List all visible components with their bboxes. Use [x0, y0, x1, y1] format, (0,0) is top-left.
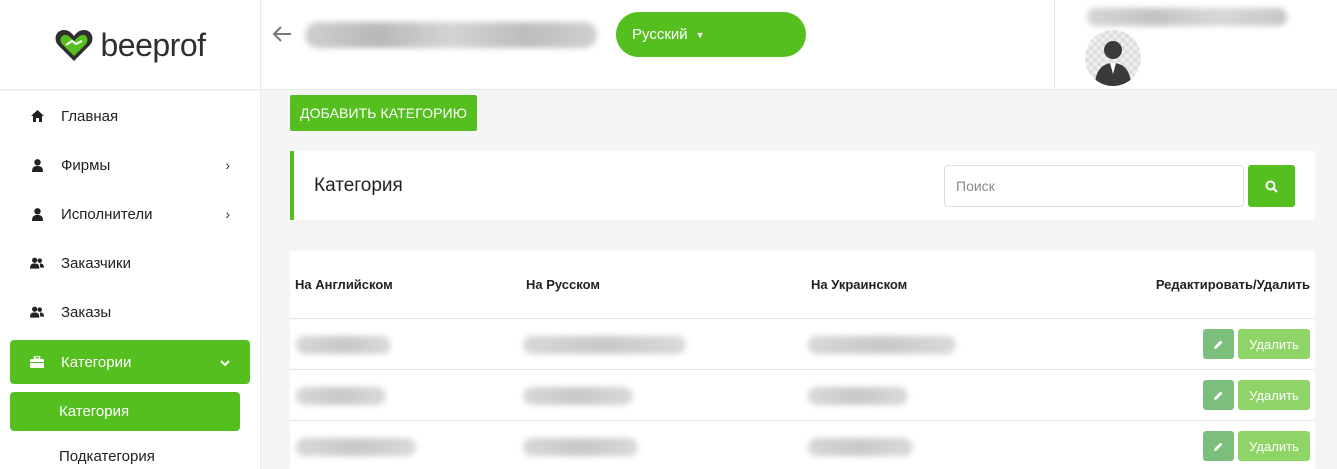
- panel-title: Категория: [314, 175, 403, 196]
- sidebar-subitem-label: Подкатегория: [59, 448, 155, 465]
- row-divider: [290, 318, 1315, 319]
- user-name-redacted: [1087, 8, 1287, 26]
- delete-button[interactable]: Удалить: [1238, 329, 1310, 359]
- sidebar-item-home[interactable]: Главная: [10, 94, 250, 138]
- sidebar-item-customers[interactable]: Заказчики: [10, 241, 250, 285]
- cell-ukrainian-redacted: [808, 438, 913, 456]
- sidebar-item-label: Главная: [61, 107, 119, 125]
- heart-handshake-icon: [56, 30, 93, 61]
- sidebar-subitem-category[interactable]: Категория: [10, 392, 240, 431]
- logo-text-bee: bee: [100, 26, 153, 63]
- pencil-icon: [1214, 391, 1223, 400]
- cell-english-redacted: [296, 438, 416, 456]
- pencil-icon: [1214, 340, 1223, 349]
- caret-down-icon: ▼: [695, 29, 705, 40]
- delete-button[interactable]: Удалить: [1238, 380, 1310, 410]
- column-header-ukrainian: На Украинском: [811, 277, 908, 292]
- chevron-down-icon: [220, 354, 230, 370]
- language-dropdown[interactable]: Русский ▼: [616, 12, 806, 57]
- user-area: [1054, 0, 1337, 90]
- top-header: beeprof Русский ▼: [0, 0, 1337, 90]
- language-label: Русский: [632, 26, 688, 43]
- column-header-english: На Английском: [295, 277, 393, 292]
- user-icon: [30, 158, 44, 172]
- cell-russian-redacted: [523, 336, 686, 354]
- search-button[interactable]: [1248, 165, 1295, 207]
- column-header-russian: На Русском: [526, 277, 600, 292]
- row-divider: [290, 420, 1315, 421]
- column-header-actions: Редактировать/Удалить: [1155, 277, 1310, 292]
- cell-russian-redacted: [523, 387, 633, 405]
- users-icon: [30, 305, 44, 319]
- brand-logo[interactable]: beeprof: [54, 26, 206, 64]
- search-icon: [1265, 180, 1278, 193]
- sidebar-item-categories[interactable]: Категории: [10, 340, 250, 384]
- cell-ukrainian-redacted: [808, 336, 956, 354]
- cell-english-redacted: [296, 336, 391, 354]
- sidebar-item-label: Исполнители: [61, 205, 153, 223]
- avatar[interactable]: [1085, 30, 1141, 86]
- cell-ukrainian-redacted: [808, 387, 908, 405]
- edit-button[interactable]: [1203, 380, 1234, 410]
- sidebar-subitem-subcategory[interactable]: Подкатегория: [10, 437, 240, 469]
- search-input[interactable]: [944, 165, 1244, 207]
- briefcase-icon: [30, 355, 44, 369]
- add-category-button[interactable]: ДОБАВИТЬ КАТЕГОРИЮ: [290, 95, 477, 131]
- arrow-left-icon[interactable]: [272, 22, 292, 50]
- pencil-icon: [1214, 442, 1223, 451]
- sidebar-item-label: Фирмы: [61, 156, 111, 174]
- edit-button[interactable]: [1203, 431, 1234, 461]
- chevron-right-icon: ›: [225, 157, 230, 173]
- edit-button[interactable]: [1203, 329, 1234, 359]
- page-title-redacted: [305, 22, 597, 48]
- sidebar-subitem-label: Категория: [59, 403, 130, 420]
- delete-button[interactable]: Удалить: [1238, 431, 1310, 461]
- sidebar-item-label: Категории: [61, 353, 132, 371]
- sidebar-item-orders[interactable]: Заказы: [10, 290, 250, 334]
- sidebar: Главная Фирмы › Исполнители › Заказчики …: [0, 91, 261, 469]
- categories-table: На Английском На Русском На Украинском Р…: [290, 251, 1315, 469]
- cell-english-redacted: [296, 387, 386, 405]
- category-panel: Категория: [290, 151, 1315, 220]
- users-icon: [30, 256, 44, 270]
- sidebar-item-firms[interactable]: Фирмы ›: [10, 143, 250, 187]
- home-icon: [30, 109, 44, 123]
- row-divider: [290, 369, 1315, 370]
- logo-area: beeprof: [0, 0, 261, 90]
- chevron-right-icon: ›: [225, 206, 230, 222]
- sidebar-item-performers[interactable]: Исполнители ›: [10, 192, 250, 236]
- logo-text-prof: prof: [152, 26, 206, 63]
- user-avatar-icon: [1095, 41, 1131, 86]
- sidebar-item-label: Заказчики: [61, 254, 131, 272]
- user-icon: [30, 207, 44, 221]
- cell-russian-redacted: [523, 438, 638, 456]
- sidebar-item-label: Заказы: [61, 303, 112, 321]
